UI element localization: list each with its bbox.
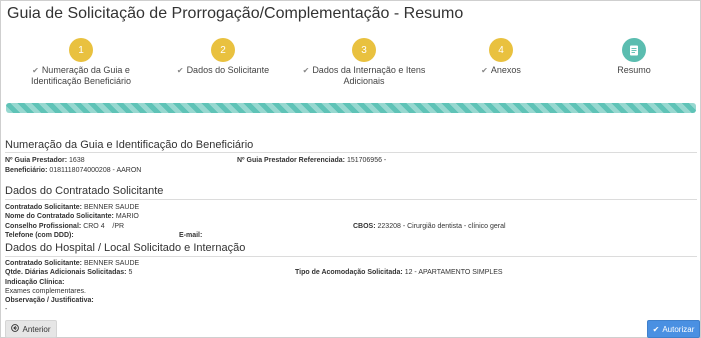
field-diarias-adicionais: Qtde. Diárias Adicionais Solicitadas: 5 [5, 269, 133, 276]
section-title-hospital: Dados do Hospital / Local Solicitado e I… [5, 242, 246, 254]
field-n-guia-referenciada: Nº Guia Prestador Referenciada: 15170695… [237, 157, 387, 164]
field-nome-contratado: Nome do Contratado Solicitante: MARIO [5, 213, 139, 220]
field-observacao-label: Observação / Justificativa: [5, 297, 94, 304]
anterior-button[interactable]: Anterior [5, 320, 57, 338]
check-icon: ✔ [32, 66, 39, 75]
step-number-badge: 3 [352, 38, 376, 62]
arrow-left-circle-icon [11, 324, 20, 334]
field-cbos: CBOS: 223208 - Cirurgião dentista - clín… [353, 223, 506, 230]
step-label-line2: Identificação Beneficiário [30, 76, 132, 86]
step-label: Dados da Internação e Itens [312, 65, 426, 75]
app-window: Guia de Solicitação de Prorrogação/Compl… [0, 0, 701, 338]
field-telefone: Telefone (com DDD): [5, 232, 74, 239]
step-label: Anexos [490, 65, 521, 75]
page-title: Guia de Solicitação de Prorrogação/Compl… [7, 5, 464, 22]
section-divider [5, 152, 697, 153]
check-icon: ✔ [302, 66, 310, 75]
check-icon: ✔ [481, 66, 488, 75]
step-label: Numeração da Guia e [41, 65, 130, 75]
field-observacao-value: - [5, 306, 8, 313]
section-divider [5, 199, 697, 200]
step-label-line2: Adicionais [343, 76, 385, 86]
document-icon [622, 38, 646, 62]
field-n-guia-prestador: Nº Guia Prestador: 1638 [5, 157, 85, 164]
field-email: E-mail: [179, 232, 203, 239]
step-number-badge: 2 [211, 38, 235, 62]
section-title-guia: Numeração da Guia e Identificação do Ben… [5, 139, 254, 151]
step-number-badge: 4 [489, 38, 513, 62]
autorizar-button[interactable]: ✔ Autorizar [647, 320, 700, 338]
section-divider [5, 256, 697, 257]
field-conselho-profissional: Conselho Profissional: CRO 4 /PR [5, 223, 125, 230]
step-number-badge: 1 [69, 38, 93, 62]
check-icon: ✔ [176, 66, 184, 75]
field-indicacao-clinica-value: Exames complementares. [5, 288, 86, 295]
wizard-step-5[interactable]: Resumo [549, 38, 701, 76]
field-hospital-contratado: Contratado Solicitante: BENNER SAUDE [5, 260, 140, 267]
wizard-progress-bar [6, 103, 696, 113]
field-indicacao-clinica-label: Indicação Clínica: [5, 279, 65, 286]
field-tipo-acomodacao: Tipo de Acomodação Solicitada: 12 - APAR… [295, 269, 503, 276]
autorizar-button-label: Autorizar [662, 324, 695, 334]
section-title-contratado: Dados do Contratado Solicitante [5, 185, 164, 197]
anterior-button-label: Anterior [22, 324, 51, 334]
field-contratado-solicitante: Contratado Solicitante: BENNER SAUDE [5, 204, 140, 211]
field-beneficiario: Beneficiário: 0181118074000208 - AARON [5, 167, 142, 174]
step-label: Dados do Solicitante [186, 65, 270, 75]
step-label: Resumo [617, 65, 651, 75]
check-icon: ✔ [652, 324, 660, 334]
